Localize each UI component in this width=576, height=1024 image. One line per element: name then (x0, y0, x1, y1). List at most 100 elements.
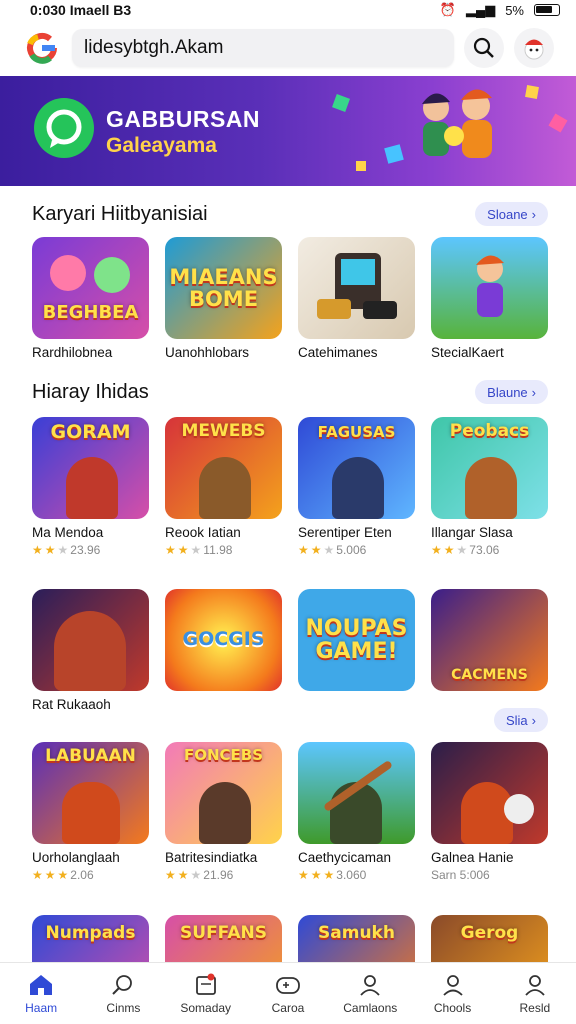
star-icon: ★ (165, 543, 176, 557)
profile-icon (525, 974, 545, 996)
game-thumbnail: NOUPAS GAME! (298, 589, 415, 691)
game-tile[interactable]: BEGHBEA Rardhilobnea (32, 237, 149, 360)
popular-row-3: LABUAAN Uorholanglaah ★ ★ ★ 2.06 FONCEBS Ba… (32, 742, 548, 882)
signal-icon: ▂▄▆ (465, 2, 496, 17)
game-title: Rardhilobnea (32, 345, 113, 360)
game-tile[interactable]: GOCGIS (165, 589, 282, 712)
game-tile[interactable]: Galnea Hanie Sarn 5:006 (431, 742, 548, 882)
section-popular-more-button[interactable]: Blaune › (475, 380, 548, 404)
promo-banner[interactable]: GABBURSAN Galeayama (0, 76, 576, 186)
game-thumbnail (431, 742, 548, 844)
star-icon: ★ (32, 543, 43, 557)
game-title: Uorholanglaah (32, 850, 120, 865)
game-title: Illangar Slasa (431, 525, 513, 540)
game-rating: ★ ★ ★ 5.006 (298, 543, 415, 557)
arcade-machine-illustration (316, 253, 397, 319)
star-icon: ★ (298, 543, 309, 557)
nav-label: Chools (433, 1000, 472, 1015)
nav-games[interactable]: Caroa (252, 973, 324, 1015)
nav-person[interactable]: Camlaons (334, 973, 406, 1015)
game-tile[interactable]: StecialKaert (431, 237, 548, 360)
game-title: Galnea Hanie (431, 850, 514, 865)
game-tile[interactable]: Rat Rukaaoh (32, 589, 149, 712)
chevron-right-icon: › (531, 384, 536, 400)
nav-search[interactable]: Cinms (87, 973, 159, 1015)
nav-label: Somaday (180, 1000, 232, 1015)
star-icon: ★ (177, 868, 189, 882)
rating-value: 23.96 (70, 543, 101, 557)
thumbnail-text: LABUAAN (45, 746, 136, 766)
game-thumbnail (298, 237, 415, 339)
game-thumbnail (298, 742, 415, 844)
thumbnail-text: FONCEBS (183, 746, 264, 764)
game-rating: ★ ★ ★ 3.060 (298, 868, 415, 882)
chevron-right-icon: › (531, 712, 536, 728)
nav-label: Caroa (271, 1000, 305, 1015)
section-featured-more-button[interactable]: Sloane › (475, 202, 548, 226)
star-icon: ★ (44, 543, 56, 557)
search-icon (473, 37, 494, 58)
thumbnail-text: MIAEANS BOME (169, 264, 278, 311)
star-icon: ★ (190, 868, 202, 882)
hero-character-illustration (475, 255, 504, 317)
search-button[interactable] (464, 28, 504, 68)
more-label: Sloane (487, 206, 528, 222)
game-thumbnail: GORAM (32, 417, 149, 519)
game-rating: ★ ★ ★ 23.96 (32, 543, 149, 557)
thumbnail-text: GOCGIS (182, 628, 265, 651)
star-icon: ★ (323, 543, 335, 557)
game-thumbnail: MEWEBS (165, 417, 282, 519)
search-icon (112, 974, 133, 995)
game-tile[interactable]: MEWEBS Reook Iatian ★ ★ ★ 11.98 (165, 417, 282, 557)
search-row: lidesybtgh.Akam (0, 24, 576, 72)
game-tile[interactable]: FAGUSAS Serentiper Eten ★ ★ ★ 5.006 (298, 417, 415, 557)
status-time: 0:030 Imaell B3 (30, 2, 132, 18)
game-thumbnail: MIAEANS BOME (165, 237, 282, 339)
game-tile[interactable]: Catehimanes (298, 237, 415, 360)
game-tile[interactable]: MIAEANS BOME Uanohhlobars (165, 237, 282, 360)
section-popular-header: Hiaray Ihidas Blaune › (32, 380, 548, 404)
game-thumbnail: GOCGIS (165, 589, 282, 691)
banner-subtitle: Galeayama (106, 134, 217, 157)
thumbnail-text: BEGHBEA (42, 301, 139, 323)
nav-label: Camlaons (343, 1000, 398, 1015)
game-thumbnail (431, 237, 548, 339)
popular-row-1: GORAM Ma Mendoa ★ ★ ★ 23.96 MEWEBS Reook Ia… (32, 417, 548, 557)
game-rating: ★ ★ ★ 73.06 (431, 543, 548, 557)
person-icon (360, 974, 380, 996)
search-input-value: lidesybtgh.Akam (84, 37, 224, 58)
rating-value: 21.96 (203, 868, 234, 882)
rating-value: 5.006 (336, 543, 367, 557)
game-tile[interactable]: Caethycicaman ★ ★ ★ 3.060 (298, 742, 415, 882)
rating-value: 11.98 (203, 543, 233, 557)
row-more-button[interactable]: Slia › (493, 708, 548, 732)
nav-home[interactable]: Haam (5, 973, 77, 1015)
star-icon: ★ (431, 543, 442, 557)
game-tile[interactable]: FONCEBS Batritesindiatka ★ ★ ★ 21.96 (165, 742, 282, 882)
section-featured-title: Karyari Hiitbyanisiai (32, 202, 208, 225)
thumbnail-text: MEWEBS (181, 421, 266, 441)
game-tile[interactable]: Peobacs Illangar Slasa ★ ★ ★ 73.06 (431, 417, 548, 557)
thumbnail-text: Numpads (45, 923, 136, 943)
game-thumbnail: Peobacs (431, 417, 548, 519)
rating-value: 2.06 (70, 868, 94, 882)
avatar-button[interactable] (514, 28, 554, 68)
game-title: Batritesindiatka (165, 850, 258, 865)
nav-profile[interactable]: Resld (499, 973, 571, 1015)
star-icon: ★ (165, 868, 176, 882)
game-tile[interactable]: GORAM Ma Mendoa ★ ★ ★ 23.96 (32, 417, 149, 557)
game-rating: ★ ★ ★ 21.96 (165, 868, 282, 882)
nav-people[interactable]: Chools (417, 973, 489, 1015)
app-logo-icon[interactable] (22, 28, 62, 68)
game-tile[interactable]: NOUPAS GAME! (298, 589, 415, 712)
thumbnail-text: Peobacs (449, 421, 530, 441)
search-input[interactable]: lidesybtgh.Akam (72, 29, 454, 67)
game-tile[interactable]: CACMENS (431, 589, 548, 712)
bottom-navigation: Haam Cinms Somaday Caroa Camlaons Chools… (0, 962, 576, 1024)
nav-calendar[interactable]: Somaday (170, 973, 242, 1015)
game-thumbnail: FAGUSAS (298, 417, 415, 519)
nav-label: Resld (519, 1000, 551, 1015)
game-tile[interactable]: LABUAAN Uorholanglaah ★ ★ ★ 2.06 (32, 742, 149, 882)
star-icon: ★ (456, 543, 468, 557)
popular-row-2: Rat Rukaaoh GOCGIS NOUPAS GAME! CACMENS (32, 589, 548, 712)
